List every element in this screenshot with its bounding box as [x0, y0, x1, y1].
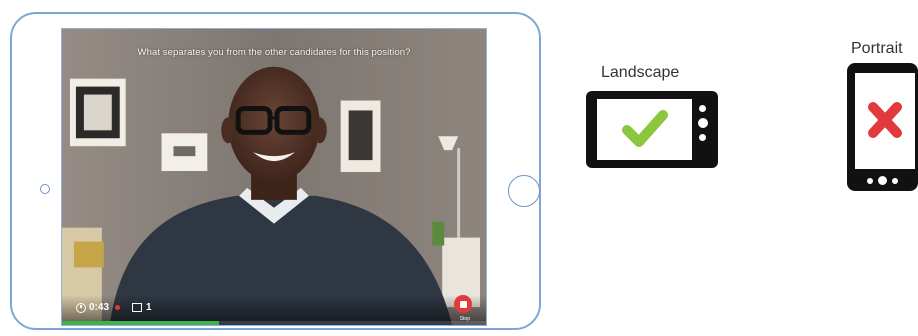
tablet-home-button[interactable] — [508, 175, 540, 207]
landscape-phone-icon — [586, 91, 718, 168]
timer-value: 0:43 — [89, 302, 110, 313]
recording-progress-bar — [62, 321, 486, 325]
tablet-camera — [40, 184, 50, 194]
landscape-label: Landscape — [601, 64, 680, 81]
recording-timer: 0:43 — [76, 302, 121, 313]
question-count-value: 1 — [146, 302, 152, 313]
check-icon — [622, 110, 668, 147]
video-recording-screen: What separates you from the other candid… — [61, 28, 487, 326]
stop-icon — [459, 300, 467, 308]
question-icon — [132, 303, 142, 312]
video-controls-bar: 0:43 1 Stop — [62, 295, 486, 325]
portrait-phone-icon — [847, 63, 918, 191]
cross-icon — [868, 102, 902, 138]
interview-video-frame — [62, 29, 486, 325]
portrait-label: Portrait — [851, 40, 903, 57]
question-counter: 1 — [132, 302, 152, 313]
clock-icon — [76, 302, 86, 313]
recording-progress-fill — [62, 321, 219, 325]
recording-indicator-icon — [115, 305, 121, 310]
interview-question: What separates you from the other candid… — [137, 47, 411, 58]
stop-button[interactable] — [454, 295, 472, 313]
